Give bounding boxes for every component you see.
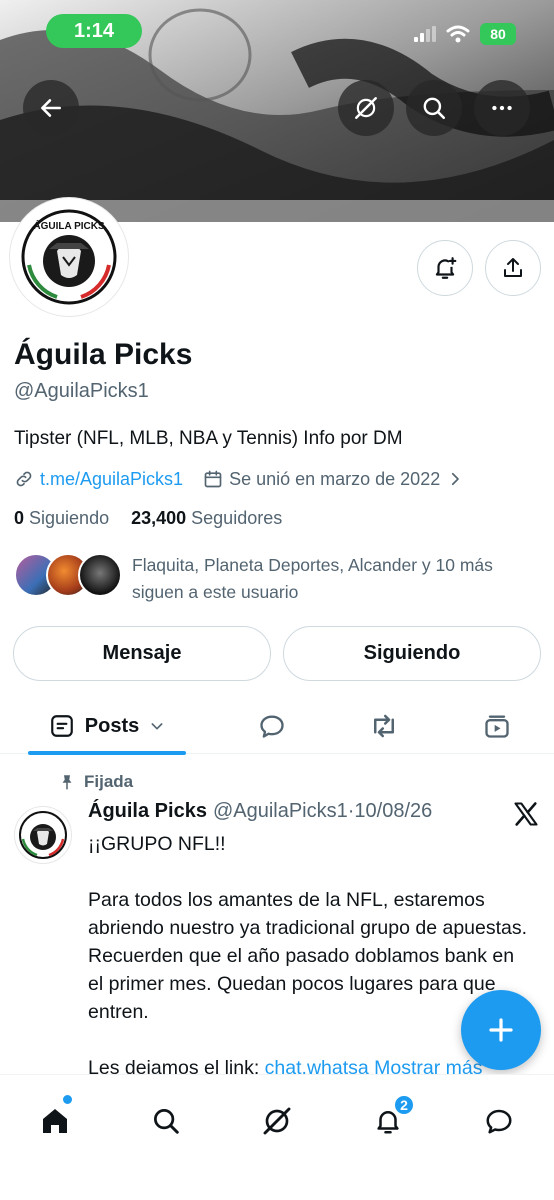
post-line1: ¡¡GRUPO NFL!! bbox=[88, 833, 226, 855]
nav-search[interactable] bbox=[144, 1099, 188, 1143]
followed-by-line2: siguen a este usuario bbox=[132, 582, 299, 602]
post-paragraph2: Para todos los amantes de la NFL, estare… bbox=[88, 889, 528, 1023]
profile-link[interactable]: t.me/AguilaPicks1 bbox=[40, 469, 183, 490]
aguila-picks-logo: ÁGUILA PICKS bbox=[19, 207, 119, 307]
repost-icon bbox=[374, 714, 394, 738]
more-button[interactable] bbox=[474, 80, 530, 136]
notify-button[interactable] bbox=[417, 240, 473, 296]
search-icon bbox=[423, 97, 446, 120]
nav-home[interactable] bbox=[33, 1099, 77, 1143]
following-count[interactable]: 0 bbox=[14, 508, 24, 529]
bell-plus-icon bbox=[435, 257, 457, 279]
profile-tabs: Posts bbox=[0, 698, 554, 754]
status-icons: 80 bbox=[414, 22, 516, 46]
pinned-label: Fijada bbox=[84, 772, 134, 791]
follower-avatar bbox=[78, 553, 122, 597]
posts-icon bbox=[50, 715, 73, 737]
post-header: Águila Picks @AguilaPicks1 ·10/08/26 bbox=[88, 800, 432, 823]
followers-label[interactable]: Seguidores bbox=[191, 508, 282, 529]
share-icon bbox=[504, 258, 522, 277]
tab-posts-label: Posts bbox=[84, 714, 140, 737]
following-label[interactable]: Siguiendo bbox=[29, 508, 109, 529]
nav-messages[interactable] bbox=[477, 1099, 521, 1143]
media-icon bbox=[485, 715, 509, 738]
profile-avatar[interactable]: ÁGUILA PICKS bbox=[10, 198, 128, 316]
signal-icon bbox=[414, 26, 436, 42]
back-arrow-icon bbox=[41, 99, 61, 117]
message-button[interactable]: Mensaje bbox=[13, 626, 271, 681]
notifications-badge: 2 bbox=[393, 1094, 415, 1116]
search-button[interactable] bbox=[406, 80, 462, 136]
followers-count[interactable]: 23,400 bbox=[131, 508, 186, 529]
followed-by-avatars[interactable] bbox=[14, 553, 122, 597]
tab-media[interactable] bbox=[475, 698, 519, 754]
follow-stats: 0 Siguiendo 23,400 Seguidores bbox=[14, 508, 282, 529]
share-button[interactable] bbox=[485, 240, 541, 296]
active-tab-indicator bbox=[28, 751, 186, 755]
calendar-icon bbox=[204, 470, 222, 488]
plus-icon bbox=[489, 1018, 513, 1042]
post-author-name[interactable]: Águila Picks bbox=[88, 800, 207, 823]
post-author-avatar[interactable] bbox=[14, 806, 72, 864]
following-button[interactable]: Siguiendo bbox=[283, 626, 541, 681]
compose-button[interactable] bbox=[461, 990, 541, 1070]
back-button[interactable] bbox=[23, 80, 79, 136]
pin-icon bbox=[62, 775, 72, 790]
followed-by-line1: Flaquita, Planeta Deportes, Alcander y 1… bbox=[132, 555, 493, 575]
joined-date: Se unió en marzo de 2022 bbox=[229, 468, 441, 489]
x-logo-icon bbox=[514, 802, 538, 826]
reply-icon bbox=[260, 715, 284, 738]
followed-by-text[interactable]: Flaquita, Planeta Deportes, Alcander y 1… bbox=[132, 552, 542, 606]
tab-reposts[interactable] bbox=[362, 698, 406, 754]
home-unread-dot bbox=[63, 1095, 72, 1104]
link-icon bbox=[16, 471, 32, 487]
avatar-logo-text: ÁGUILA PICKS bbox=[33, 219, 105, 232]
tab-posts[interactable]: Posts bbox=[28, 698, 186, 754]
wifi-icon bbox=[446, 25, 470, 43]
pinned-indicator: Fijada bbox=[58, 772, 133, 792]
battery-indicator: 80 bbox=[480, 23, 516, 45]
home-icon bbox=[43, 1109, 67, 1133]
search-icon bbox=[154, 1109, 179, 1134]
status-time: 1:14 bbox=[46, 14, 142, 48]
profile-meta: t.me/AguilaPicks1 Se unió en marzo de 20… bbox=[14, 466, 464, 492]
tab-replies[interactable] bbox=[250, 698, 294, 754]
profile-name: Águila Picks bbox=[14, 338, 193, 371]
aguila-picks-logo bbox=[19, 811, 67, 859]
chevron-right-icon[interactable] bbox=[446, 470, 464, 488]
grok-button[interactable] bbox=[338, 80, 394, 136]
chat-bubble-icon bbox=[486, 1109, 512, 1134]
post-body[interactable]: ¡¡GRUPO NFL!! Para todos los amantes de … bbox=[88, 830, 528, 1110]
bottom-nav: 2 bbox=[0, 1074, 554, 1200]
post-author-handle[interactable]: @AguilaPicks1 bbox=[213, 800, 348, 823]
more-icon bbox=[492, 105, 512, 111]
chevron-down-icon bbox=[151, 723, 163, 730]
grok-icon bbox=[263, 1107, 291, 1135]
nav-grok[interactable] bbox=[255, 1099, 299, 1143]
grok-icon bbox=[355, 97, 377, 119]
profile-bio: Tipster (NFL, MLB, NBA y Tennis) Info po… bbox=[14, 428, 403, 449]
post-date: ·10/08/26 bbox=[347, 800, 433, 822]
profile-handle: @AguilaPicks1 bbox=[14, 380, 149, 402]
